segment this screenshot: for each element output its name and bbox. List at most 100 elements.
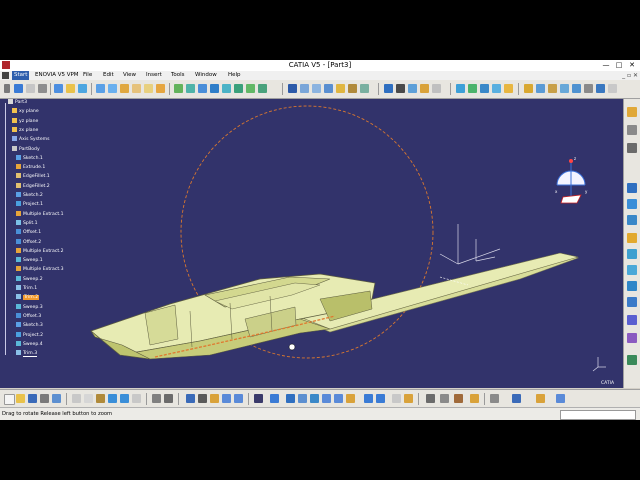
tree-item-offset-2[interactable]: Offset.2 (16, 238, 41, 247)
menu-start[interactable]: Start (12, 71, 30, 80)
workbench-switch-icon[interactable] (627, 125, 637, 135)
zoom-view-out-icon[interactable] (334, 394, 343, 403)
formula-icon[interactable] (152, 394, 161, 403)
toolbar-overflow-icon[interactable] (608, 84, 617, 93)
macro-icon[interactable] (536, 394, 545, 403)
plane-system-tool-icon[interactable] (432, 84, 441, 93)
sketch-analysis-icon[interactable] (627, 183, 637, 193)
copy-icon[interactable] (84, 394, 93, 403)
document-window-controls[interactable]: _ ▫ ✕ (622, 71, 638, 80)
swap-visible-space-icon[interactable] (404, 394, 413, 403)
tree-item-partbody[interactable]: PartBody (12, 145, 40, 154)
snap-tool-icon[interactable] (420, 84, 429, 93)
close-button[interactable]: ✕ (626, 60, 638, 71)
tree-item-trim-2[interactable]: Trim.2 (16, 294, 40, 302)
curvature-tool-icon[interactable] (560, 84, 569, 93)
whats-this-icon[interactable] (132, 394, 141, 403)
tree-item-trim-3[interactable]: Trim.3 (16, 350, 38, 358)
tree-item-split-1[interactable]: Split.1 (16, 219, 38, 228)
cut-icon[interactable] (72, 394, 81, 403)
fit-all-icon[interactable] (186, 394, 195, 403)
shading-icon[interactable] (376, 394, 385, 403)
menu-view[interactable]: View (123, 71, 136, 80)
rotate-view-icon[interactable] (310, 394, 319, 403)
fill-tool-icon[interactable] (234, 84, 243, 93)
hide-show-toggle-icon[interactable] (392, 394, 401, 403)
command-input[interactable] (560, 410, 636, 420)
tree-item-sweep-4[interactable]: Sweep.4 (16, 340, 43, 349)
tree-item-multiple-extract-2[interactable]: Multiple Extract.2 (16, 247, 64, 256)
symmetry-tool-icon[interactable] (492, 84, 501, 93)
point-tool-icon[interactable] (26, 84, 35, 93)
developed-shapes-icon[interactable] (627, 297, 637, 307)
connect-checker-tool-icon[interactable] (536, 84, 545, 93)
menu-tools[interactable]: Tools (171, 71, 185, 80)
tree-item-project-2[interactable]: Project.2 (16, 331, 43, 340)
join-tool-icon[interactable] (288, 84, 297, 93)
curve-tool-icon[interactable] (156, 84, 165, 93)
normal-view-icon[interactable] (254, 394, 263, 403)
surface-icon[interactable] (627, 215, 637, 225)
zoom-out-icon[interactable] (234, 394, 243, 403)
fly-mode-icon[interactable] (270, 394, 279, 403)
helix-tool-icon[interactable] (120, 84, 129, 93)
fit-all-in-icon[interactable] (286, 394, 295, 403)
menu-file[interactable]: File (83, 71, 92, 80)
scale-tool-icon[interactable] (504, 84, 513, 93)
toolbar-grip-icon[interactable] (4, 84, 10, 93)
measure-item-icon[interactable] (454, 394, 463, 403)
draft-analysis-tool-icon[interactable] (548, 84, 557, 93)
open-file-icon[interactable] (16, 394, 25, 403)
apply-material-tool-icon[interactable] (596, 84, 605, 93)
sphere-tool-icon[interactable] (198, 84, 207, 93)
intersection-tool-icon[interactable] (78, 84, 87, 93)
wireframe-icon[interactable] (627, 199, 637, 209)
minimize-button[interactable]: — (600, 60, 612, 71)
tree-item-sketch-3[interactable]: Sketch.3 (16, 322, 43, 330)
hide-show-icon[interactable] (627, 143, 637, 153)
projection-tool-icon[interactable] (66, 84, 75, 93)
generative-shape-design-icon[interactable] (627, 107, 637, 117)
tree-item-trim-1[interactable]: Trim.1 (16, 285, 37, 293)
tree-item-sweep-2[interactable]: Sweep.2 (16, 275, 43, 284)
knowledge-icon[interactable] (627, 355, 637, 365)
render-style-icon[interactable] (490, 394, 499, 403)
menu-window[interactable]: Window (195, 71, 217, 80)
corner-tool-icon[interactable] (132, 84, 141, 93)
volume-icon[interactable] (627, 281, 637, 291)
normal-view-icon[interactable] (346, 394, 355, 403)
loft-tool-icon[interactable] (246, 84, 255, 93)
quick-print-icon[interactable] (52, 394, 61, 403)
pattern-tool-icon[interactable] (480, 84, 489, 93)
split-tool-icon[interactable] (300, 84, 309, 93)
work-on-support-tool-icon[interactable] (408, 84, 417, 93)
extract-tool-icon[interactable] (336, 84, 345, 93)
extrude-surface-tool-icon[interactable] (174, 84, 183, 93)
axis-system-tool-icon[interactable] (384, 84, 393, 93)
redo-icon[interactable] (120, 394, 129, 403)
geometry-viewport[interactable]: z x y CATIA Part3 xy plane yz plane zx plan… (0, 99, 623, 388)
menu-edit[interactable]: Edit (103, 71, 114, 80)
tree-item-edgefillet-1[interactable]: EdgeFillet.1 (16, 173, 50, 181)
hide-icon[interactable] (426, 394, 435, 403)
rotate-icon[interactable] (210, 394, 219, 403)
paste-icon[interactable] (96, 394, 105, 403)
advanced-surface-icon[interactable] (627, 265, 637, 275)
quick-view-icon[interactable] (364, 394, 373, 403)
measure-tool-icon[interactable] (572, 84, 581, 93)
tree-item-offset-1[interactable]: Offset.1 (16, 229, 41, 237)
tree-item-edgefillet-2[interactable]: EdgeFillet.2 (16, 182, 50, 191)
maximize-button[interactable]: □ (613, 60, 625, 71)
blend-tool-icon[interactable] (258, 84, 267, 93)
3d-geometry-canvas[interactable]: z x y CATIA (0, 99, 623, 388)
tree-item-multiple-extract-3[interactable]: Multiple Extract.3 (16, 266, 64, 274)
zoom-view-in-icon[interactable] (322, 394, 331, 403)
pan-view-icon[interactable] (298, 394, 307, 403)
measure-between-icon[interactable] (440, 394, 449, 403)
tree-item-sweep-3[interactable]: Sweep.3 (16, 303, 43, 312)
tree-item-sketch-2[interactable]: Sketch.2 (16, 192, 43, 200)
fog-icon[interactable] (164, 394, 173, 403)
print-icon[interactable] (40, 394, 49, 403)
sweep-tool-icon[interactable] (222, 84, 231, 93)
annotation-icon[interactable] (627, 333, 637, 343)
